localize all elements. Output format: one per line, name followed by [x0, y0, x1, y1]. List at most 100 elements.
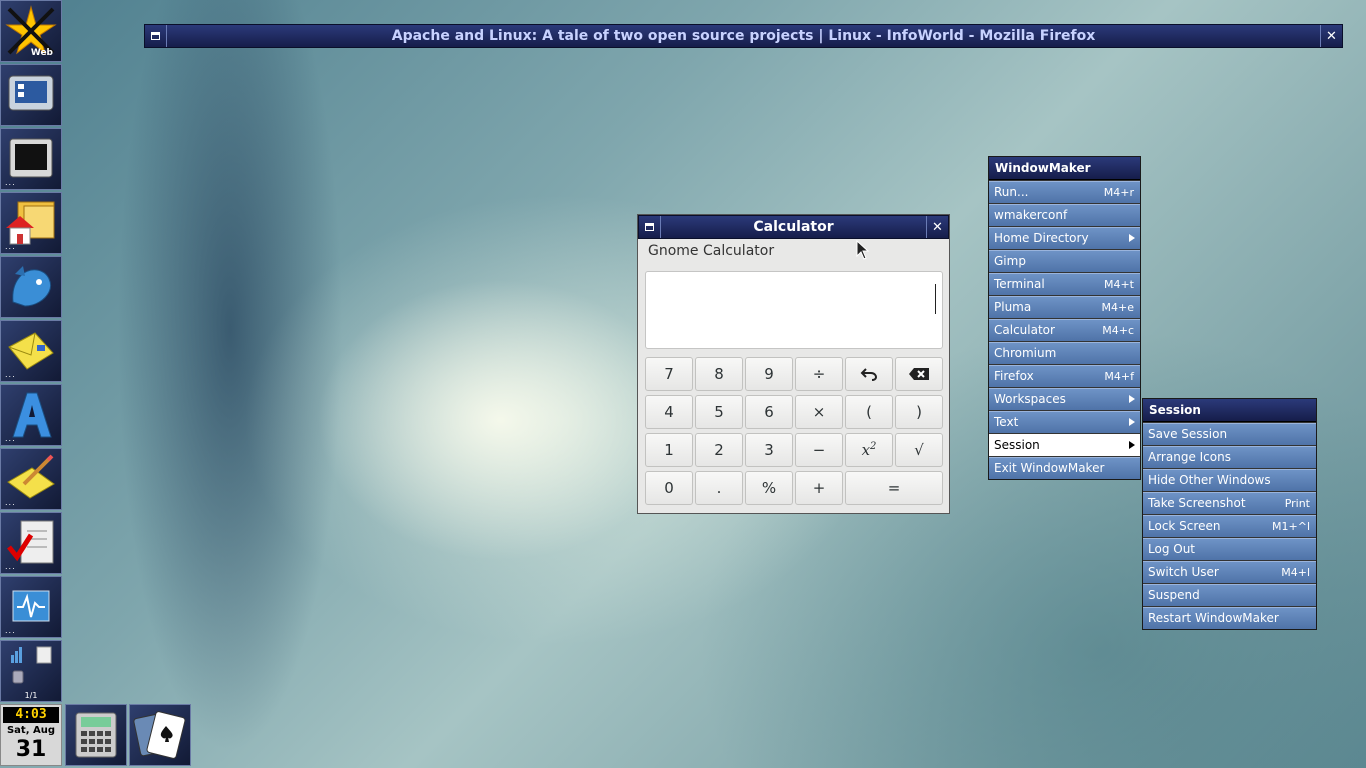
- key-multiply[interactable]: ×: [795, 395, 843, 429]
- calc-minimize-button[interactable]: [639, 216, 661, 238]
- minimize-icon: [645, 223, 654, 231]
- wm-menu-item-chromium[interactable]: Chromium: [989, 342, 1140, 364]
- wm-menu-item-gimp[interactable]: Gimp: [989, 250, 1140, 272]
- key-square[interactable]: x2: [845, 433, 893, 467]
- session-item-arrange-icons[interactable]: Arrange Icons: [1143, 446, 1316, 468]
- key-2[interactable]: 2: [695, 433, 743, 467]
- calculator-window: Calculator ✕ Gnome Calculator 7 8 9 ÷ 4 …: [637, 214, 950, 514]
- wm-menu-title[interactable]: WindowMaker: [989, 157, 1140, 180]
- shortcut: M4+r: [1103, 186, 1134, 199]
- key-5[interactable]: 5: [695, 395, 743, 429]
- key-divide[interactable]: ÷: [795, 357, 843, 391]
- home-folder-icon: [6, 201, 55, 245]
- playing-card-icon: [133, 711, 186, 759]
- shortcut: Print: [1284, 497, 1310, 510]
- key-4[interactable]: 4: [645, 395, 693, 429]
- session-item-log-out[interactable]: Log Out: [1143, 538, 1316, 560]
- wm-menu-item-text[interactable]: Text: [989, 411, 1140, 433]
- wm-menu-item-session[interactable]: Session: [989, 434, 1140, 456]
- submenu-arrow-icon: [1129, 418, 1135, 426]
- pager-label: 1/1: [24, 691, 38, 700]
- shortcut: M4+t: [1103, 278, 1134, 291]
- dock-sysmon-tile[interactable]: ...: [0, 576, 62, 638]
- key-subtract[interactable]: −: [795, 433, 843, 467]
- wm-menu-item-firefox[interactable]: Firefox M4+f: [989, 365, 1140, 387]
- notepad-pencil-icon: [7, 454, 55, 499]
- key-undo[interactable]: [845, 357, 893, 391]
- shortcut: M1+^l: [1272, 520, 1310, 533]
- dock-web-label: Web: [30, 48, 53, 58]
- calculator-titlebar[interactable]: Calculator ✕: [638, 215, 949, 239]
- clock-dockapp: 4:03 Sat, Aug 31: [0, 704, 62, 766]
- solitaire-appicon[interactable]: [129, 704, 191, 766]
- key-6[interactable]: 6: [745, 395, 793, 429]
- session-item-restart-windowmaker[interactable]: Restart WindowMaker: [1143, 607, 1316, 629]
- dock-terminal-tile[interactable]: ...: [0, 128, 62, 190]
- undo-icon: [860, 368, 878, 381]
- clock-date: Sat, Aug: [6, 725, 56, 736]
- session-item-suspend[interactable]: Suspend: [1143, 584, 1316, 606]
- dock-dragon-tile[interactable]: [0, 256, 62, 318]
- text-cursor: [935, 284, 936, 314]
- submenu-arrow-icon: [1129, 441, 1135, 449]
- minimize-icon: [151, 32, 160, 40]
- calculator-header: Gnome Calculator: [648, 243, 775, 259]
- dock-home-tile[interactable]: ...: [0, 192, 62, 254]
- dock-notepad-tile[interactable]: ...: [0, 448, 62, 510]
- wm-menu-item-exit[interactable]: Exit WindowMaker: [989, 457, 1140, 479]
- dock-mail-tile[interactable]: ...: [0, 320, 62, 382]
- wm-menu-item-home-directory[interactable]: Home Directory: [989, 227, 1140, 249]
- pager-mini-icons: [11, 646, 52, 684]
- wm-menu-item-wmakerconf[interactable]: wmakerconf: [989, 204, 1140, 226]
- key-8[interactable]: 8: [695, 357, 743, 391]
- minimize-button[interactable]: [145, 25, 167, 47]
- key-9[interactable]: 9: [745, 357, 793, 391]
- key-0[interactable]: 0: [645, 471, 693, 505]
- firefox-titlebar[interactable]: Apache and Linux: A tale of two open sou…: [144, 24, 1343, 48]
- key-decimal[interactable]: .: [695, 471, 743, 505]
- window-manager-prefs-icon: [8, 75, 54, 111]
- session-menu-title[interactable]: Session: [1143, 399, 1316, 422]
- wm-menu-item-terminal[interactable]: Terminal M4+t: [989, 273, 1140, 295]
- calculator-appicon[interactable]: [65, 704, 127, 766]
- key-percent[interactable]: %: [745, 471, 793, 505]
- close-button[interactable]: ✕: [1320, 25, 1342, 47]
- key-equals[interactable]: =: [845, 471, 943, 505]
- wm-menu-item-pluma[interactable]: Pluma M4+e: [989, 296, 1140, 318]
- dock-font-tile[interactable]: ...: [0, 384, 62, 446]
- session-item-take-screenshot[interactable]: Take Screenshot Print: [1143, 492, 1316, 514]
- dock-web-tile[interactable]: Web: [0, 0, 62, 62]
- dock-checklist-tile[interactable]: ...: [0, 512, 62, 574]
- submenu-arrow-icon: [1129, 234, 1135, 242]
- key-1[interactable]: 1: [645, 433, 693, 467]
- clock-day: 31: [15, 737, 47, 762]
- wm-menu-item-run[interactable]: Run... M4+r: [989, 181, 1140, 203]
- mail-icon: [8, 332, 54, 370]
- session-item-save-session[interactable]: Save Session: [1143, 423, 1316, 445]
- firefox-window-title: Apache and Linux: A tale of two open sou…: [391, 28, 1096, 44]
- square-glyph: x2: [861, 441, 877, 459]
- backspace-icon: [909, 368, 929, 380]
- session-item-lock-screen[interactable]: Lock Screen M1+^l: [1143, 515, 1316, 537]
- session-item-hide-other-windows[interactable]: Hide Other Windows: [1143, 469, 1316, 491]
- key-3[interactable]: 3: [745, 433, 793, 467]
- windowmaker-root-menu: WindowMaker Run... M4+r wmakerconf Home D…: [988, 156, 1141, 480]
- wm-menu-item-workspaces[interactable]: Workspaces: [989, 388, 1140, 410]
- session-item-switch-user[interactable]: Switch User M4+l: [1143, 561, 1316, 583]
- workspace-pager[interactable]: 1/1: [0, 640, 62, 702]
- calculator-title: Calculator: [753, 219, 834, 235]
- dock-wmprefs-tile[interactable]: [0, 64, 62, 126]
- system-monitor-icon: [12, 590, 50, 622]
- key-add[interactable]: +: [795, 471, 843, 505]
- key-backspace[interactable]: [895, 357, 943, 391]
- key-close-paren[interactable]: ): [895, 395, 943, 429]
- key-sqrt[interactable]: √: [895, 433, 943, 467]
- terminal-monitor-icon: [9, 138, 53, 178]
- key-7[interactable]: 7: [645, 357, 693, 391]
- calc-close-button[interactable]: ✕: [926, 216, 948, 238]
- key-open-paren[interactable]: (: [845, 395, 893, 429]
- shortcut: M4+f: [1104, 370, 1134, 383]
- wm-menu-item-calculator[interactable]: Calculator M4+c: [989, 319, 1140, 341]
- calculator-display[interactable]: [645, 271, 943, 349]
- shortcut: M4+e: [1101, 301, 1134, 314]
